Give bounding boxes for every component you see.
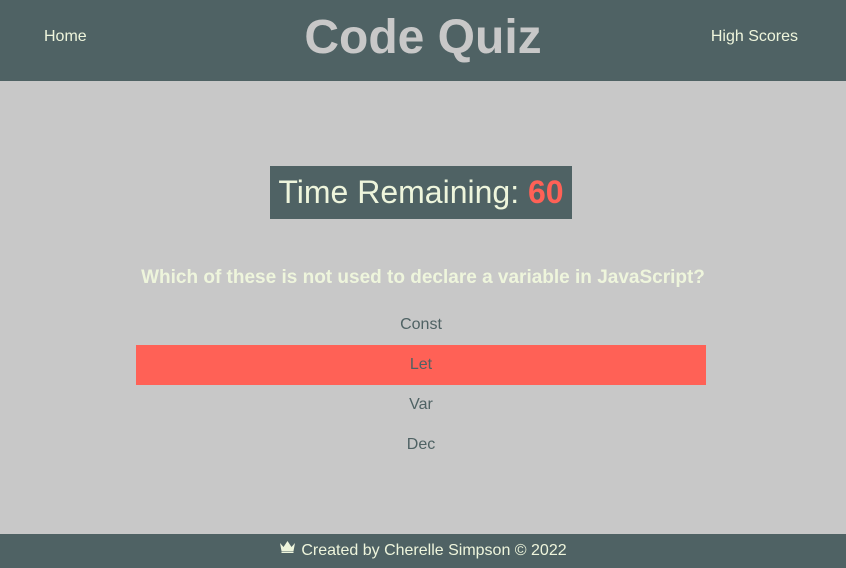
choice-const[interactable]: Const (136, 305, 706, 345)
footer-credit: Created by Cherelle Simpson © 2022 (301, 542, 567, 560)
choice-dec[interactable]: Dec (136, 425, 706, 465)
choice-let[interactable]: Let (136, 345, 706, 385)
question-text: Which of these is not used to declare a … (141, 267, 705, 288)
timer-display: Time Remaining: 60 (270, 166, 572, 219)
timer-value: 60 (527, 174, 564, 210)
footer: Created by Cherelle Simpson © 2022 (0, 534, 846, 568)
nav-high-scores-link[interactable]: High Scores (711, 28, 798, 46)
header: Home Code Quiz High Scores (0, 0, 846, 81)
answer-choices: Const Let Var Dec (136, 305, 706, 465)
timer-label: Time Remaining: (278, 174, 528, 210)
crown-icon (279, 532, 296, 566)
choice-var[interactable]: Var (136, 385, 706, 425)
